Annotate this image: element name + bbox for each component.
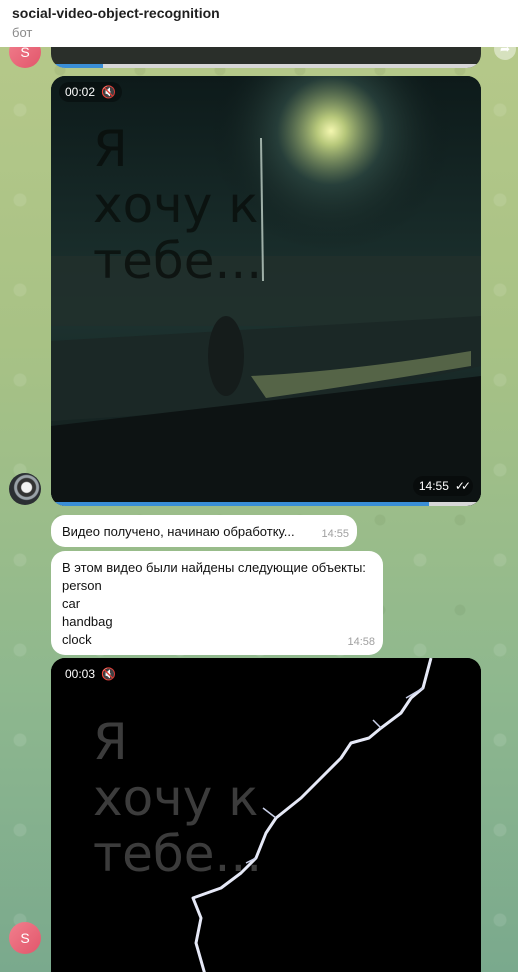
message-time: 14:55 [321,528,349,540]
chat-header[interactable]: social-video-object-recognition бот [0,0,518,47]
object-item: person [62,578,102,593]
caption-line: тебе... [93,825,263,883]
message-heading: В этом видео были найдены следующие объе… [62,560,366,575]
user-avatar[interactable] [9,473,41,505]
object-item: clock [62,632,92,647]
caption-line: хочу к [93,769,259,827]
message-time: 14:55 [418,479,449,493]
message-time: 14:58 [347,636,375,648]
video-duration: 00:02 [65,85,96,99]
chat-subtitle: бот [12,25,33,40]
caption-line: хочу к [93,176,259,234]
video-message-previous[interactable] [51,46,481,68]
object-item: car [62,596,81,611]
video-progress-bar[interactable] [51,64,481,68]
video-duration-badge: 00:02 🔇 [59,82,122,102]
mute-icon[interactable]: 🔇 [101,664,116,684]
video-caption-overlay: Я хочу к тебе... [93,714,262,882]
video-duration: 00:03 [65,667,96,681]
message-time-badge: 14:55 ✓✓ [412,476,473,496]
video-duration-badge: 00:03 🔇 [59,664,122,684]
object-item: handbag [62,614,113,629]
caption-line: Я [93,120,128,178]
video-progress-fill [51,64,103,68]
video-progress-fill [51,502,430,506]
video-message[interactable]: Я хочу к тебе... 00:03 🔇 [51,658,481,972]
message-text: Видео получено, начинаю обработку... [62,524,295,539]
caption-line: тебе... [93,232,263,290]
chat-title: social-video-object-recognition [12,5,220,21]
video-caption-overlay: Я хочу к тебе... [93,121,262,289]
caption-line: Я [93,713,128,771]
avatar-letter: S [20,930,30,946]
bot-avatar[interactable]: S [9,922,41,954]
double-check-icon: ✓✓ [454,479,471,493]
video-progress-bar[interactable] [51,502,481,506]
mute-icon[interactable]: 🔇 [101,82,116,102]
bot-message-result: В этом видео были найдены следующие объе… [51,551,383,655]
bot-message-received: Видео получено, начинаю обработку... 14:… [51,515,357,547]
video-message[interactable]: Я хочу к тебе... 00:02 🔇 14:55 ✓✓ [51,76,481,506]
